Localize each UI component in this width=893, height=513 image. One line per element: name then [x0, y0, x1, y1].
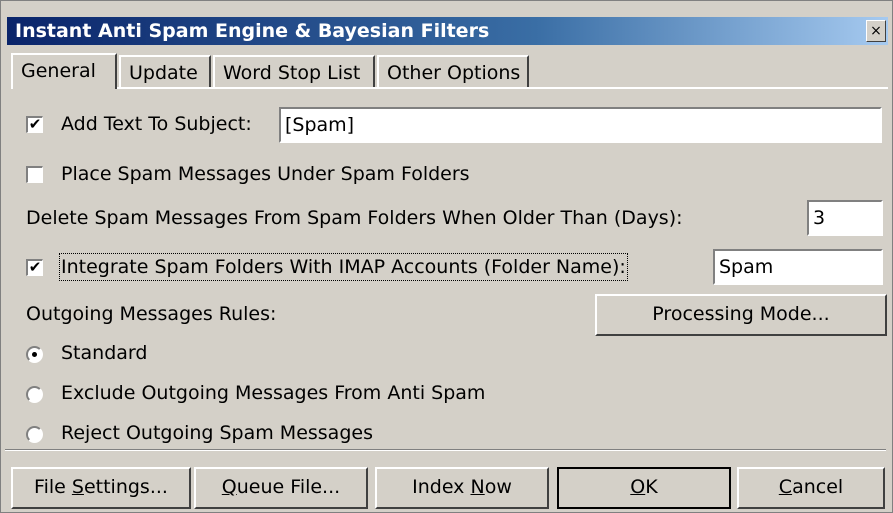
button-label-part: ettings... [83, 476, 168, 498]
processing-mode-button[interactable]: Processing Mode... [595, 294, 887, 336]
button-label-part: File [34, 476, 72, 498]
general-tab-panel: ✔ Add Text To Subject: [Spam] Place Spam… [11, 87, 888, 444]
index-now-button[interactable]: Index Now [375, 467, 549, 509]
integrate-imap-checkbox[interactable]: ✔ [26, 259, 43, 276]
radio-exclude-outgoing[interactable] [26, 386, 43, 403]
button-label-part: ueue File... [236, 476, 341, 498]
mnemonic-letter: Q [221, 476, 237, 498]
folder-name-input[interactable]: Spam [713, 249, 883, 285]
ok-button[interactable]: OK [557, 467, 731, 509]
radio-exclude-outgoing-label: Exclude Outgoing Messages From Anti Spam [61, 382, 486, 404]
add-text-checkbox[interactable]: ✔ [26, 116, 43, 133]
window-title: Instant Anti Spam Engine & Bayesian Filt… [15, 20, 490, 42]
tab-other-options[interactable]: Other Options [377, 55, 529, 87]
button-label-part: K [645, 476, 658, 498]
mnemonic-letter: O [630, 476, 646, 498]
outgoing-rules-label: Outgoing Messages Rules: [26, 303, 277, 325]
days-input[interactable]: 3 [807, 200, 883, 236]
queue-file-button[interactable]: Queue File... [194, 467, 368, 509]
check-mark-icon: ✔ [28, 258, 42, 276]
integrate-imap-label: Integrate Spam Folders With IMAP Account… [59, 253, 628, 281]
tab-update[interactable]: Update [119, 55, 211, 87]
cancel-button[interactable]: Cancel [737, 467, 885, 509]
place-spam-label: Place Spam Messages Under Spam Folders [61, 163, 470, 185]
delete-older-label: Delete Spam Messages From Spam Folders W… [26, 207, 683, 229]
tab-word-stop-list[interactable]: Word Stop List [213, 55, 375, 87]
check-mark-icon: ✔ [28, 115, 42, 133]
place-spam-checkbox[interactable] [26, 166, 43, 183]
file-settings-button[interactable]: File Settings... [11, 467, 191, 509]
radio-reject-outgoing-label: Reject Outgoing Spam Messages [61, 422, 373, 444]
mnemonic-letter: N [470, 476, 485, 498]
radio-selected-dot [32, 352, 37, 357]
radio-standard[interactable] [26, 346, 43, 363]
button-label-part: Index [412, 476, 471, 498]
footer-divider [5, 449, 886, 451]
mnemonic-letter: C [778, 476, 793, 498]
subject-text-input[interactable]: [Spam] [279, 107, 882, 143]
button-label-part: ancel [792, 476, 844, 498]
mnemonic-letter: S [71, 476, 84, 498]
button-label-part: ow [484, 476, 512, 498]
radio-standard-label: Standard [61, 342, 148, 364]
title-bar[interactable]: Instant Anti Spam Engine & Bayesian Filt… [7, 17, 888, 45]
dialog-window: Instant Anti Spam Engine & Bayesian Filt… [0, 0, 893, 513]
add-text-label: Add Text To Subject: [61, 113, 252, 135]
tab-general[interactable]: General [11, 53, 117, 89]
close-icon[interactable]: × [866, 20, 886, 42]
radio-reject-outgoing[interactable] [26, 426, 43, 443]
